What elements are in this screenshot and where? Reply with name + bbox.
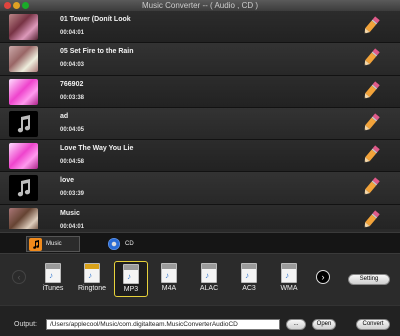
pencil-icon[interactable] — [361, 47, 381, 69]
format-label: iTunes — [42, 285, 64, 292]
format-ringtone-button[interactable]: ♪ Ringtone — [75, 261, 109, 297]
open-button[interactable]: Open — [312, 319, 336, 330]
track-duration: 00:04:03 — [60, 62, 85, 69]
audio-file-icon: ♪ — [241, 263, 257, 283]
track-row[interactable]: ad 00:04:05 — [0, 107, 400, 141]
output-bar: Output: /Users/applecool/Music/com.digit… — [0, 305, 400, 336]
audio-file-icon: ♪ — [123, 264, 139, 284]
track-row[interactable]: 766902 00:03:38 — [0, 75, 400, 108]
track-row[interactable]: Music 00:04:01 — [0, 204, 400, 229]
track-title: love — [60, 177, 75, 185]
audio-file-icon: ♪ — [45, 263, 61, 283]
format-label: AC3 — [242, 285, 256, 292]
pencil-icon[interactable] — [361, 112, 381, 134]
source-tabs: Music CD — [0, 232, 400, 254]
format-alac-button[interactable]: ♪ ALAC — [192, 261, 226, 297]
title-bar: Music Converter -- ( Audio , CD ) — [0, 0, 400, 11]
close-window-button[interactable] — [4, 2, 11, 9]
track-duration: 00:04:01 — [60, 223, 85, 229]
format-bar: ‹ › Setting ♪ iTunes ♪ Ringtone ♪ MP3 ♪ M4A ♪ ALA… — [0, 255, 400, 305]
album-art-thumbnail — [9, 207, 38, 229]
album-art-thumbnail — [9, 143, 38, 170]
pencil-icon[interactable] — [361, 209, 381, 229]
pencil-icon[interactable] — [361, 176, 381, 198]
format-label: ALAC — [199, 285, 219, 292]
track-duration: 00:03:39 — [60, 191, 85, 198]
chevron-left-icon: ‹ — [17, 272, 21, 282]
track-title: 766902 — [60, 80, 84, 88]
tab-cd[interactable]: CD — [108, 236, 134, 252]
track-list: 01 Tower (Donít Look 00:04:01 05 Set Fire … — [0, 11, 400, 229]
audio-file-icon: ♪ — [161, 263, 177, 283]
tab-cd-label: CD — [125, 241, 134, 247]
music-note-icon — [9, 175, 38, 202]
format-label: MP3 — [123, 286, 139, 293]
output-path-field[interactable]: /Users/applecool/Music/com.digitalteam.M… — [46, 319, 280, 330]
track-duration: 00:03:38 — [60, 94, 85, 101]
format-wma-button[interactable]: ♪ WMA — [272, 261, 306, 297]
track-title: 01 Tower (Donít Look — [60, 16, 131, 23]
format-label: M4A — [161, 285, 177, 292]
zoom-window-button[interactable] — [22, 2, 29, 9]
track-title: Love The Way You Lie — [60, 145, 134, 153]
track-title: ad — [60, 112, 69, 120]
track-title: Music — [60, 209, 80, 217]
format-itunes-button[interactable]: ♪ iTunes — [36, 261, 70, 297]
format-m4a-button[interactable]: ♪ M4A — [152, 261, 186, 297]
album-art-thumbnail — [9, 78, 38, 105]
output-label: Output: — [14, 321, 37, 328]
format-label: Ringtone — [77, 285, 107, 292]
audio-file-icon: ♪ — [84, 263, 100, 283]
track-duration: 00:04:01 — [60, 30, 85, 36]
track-row[interactable]: 05 Set Fire to the Rain 00:04:03 — [0, 43, 400, 76]
tab-music[interactable]: Music — [26, 236, 80, 252]
window-title: Music Converter -- ( Audio , CD ) — [141, 1, 259, 10]
album-art-thumbnail — [9, 46, 38, 73]
scroll-right-button[interactable]: › — [316, 270, 330, 284]
track-duration: 00:04:58 — [60, 159, 85, 166]
music-note-icon — [29, 237, 42, 251]
pencil-icon[interactable] — [361, 144, 381, 166]
minimize-window-button[interactable] — [13, 2, 20, 9]
track-duration: 00:04:05 — [60, 126, 85, 133]
pencil-icon[interactable] — [361, 15, 381, 37]
track-row[interactable]: Love The Way You Lie 00:04:58 — [0, 140, 400, 173]
tab-music-label: Music — [46, 241, 62, 247]
audio-file-icon: ♪ — [281, 263, 297, 283]
chevron-right-icon: › — [321, 272, 325, 282]
pencil-icon[interactable] — [361, 80, 381, 102]
scroll-left-button[interactable]: ‹ — [12, 270, 26, 284]
cd-icon — [108, 238, 120, 250]
format-ac3-button[interactable]: ♪ AC3 — [232, 261, 266, 297]
track-row[interactable]: 01 Tower (Donít Look 00:04:01 — [0, 11, 400, 44]
setting-button[interactable]: Setting — [348, 274, 390, 285]
format-mp3-button[interactable]: ♪ MP3 — [114, 261, 148, 297]
album-art-thumbnail — [9, 14, 38, 40]
browse-button[interactable]: ... — [286, 319, 306, 330]
music-note-icon — [9, 110, 38, 137]
track-title: 05 Set Fire to the Rain — [60, 48, 134, 56]
track-row[interactable]: love 00:03:39 — [0, 172, 400, 205]
convert-button[interactable]: Convert — [356, 319, 390, 330]
audio-file-icon: ♪ — [201, 263, 217, 283]
format-label: WMA — [280, 285, 298, 292]
